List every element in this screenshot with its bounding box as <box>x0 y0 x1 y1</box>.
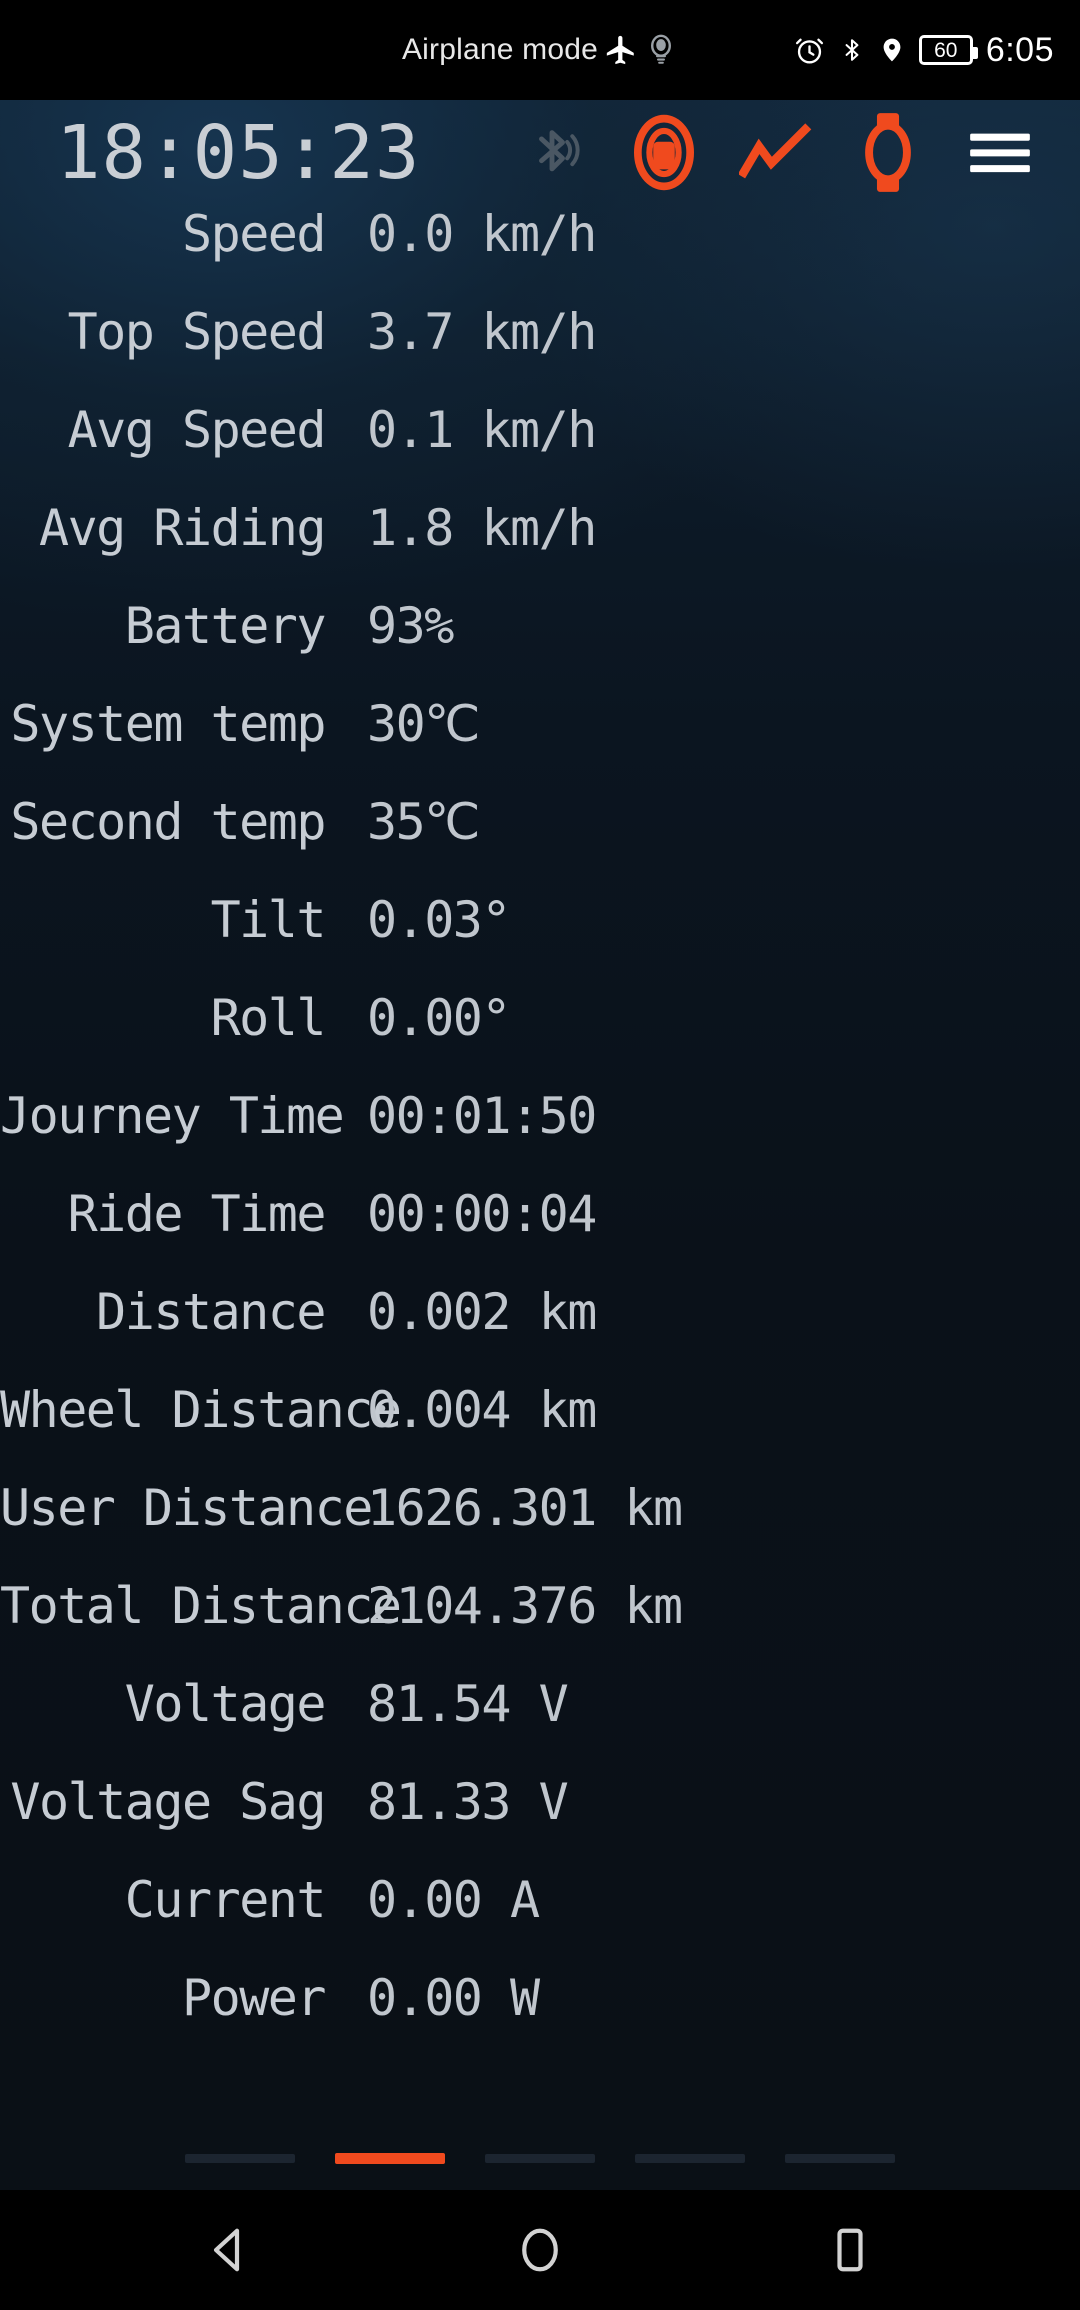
metric-row: Voltage Sag 81.33 V <box>0 1773 1080 1871</box>
metric-row: User Distance 1626.301 km <box>0 1479 1080 1577</box>
toolbar-icon-group <box>496 100 1056 205</box>
metric-row: Second temp 35℃ <box>0 793 1080 891</box>
metric-value: 0.00 A <box>367 1871 540 1929</box>
smartwatch-icon[interactable] <box>832 100 944 205</box>
metric-value: 0.002 km <box>367 1283 597 1341</box>
menu-icon[interactable] <box>944 100 1056 205</box>
metric-label: Total Distance <box>0 1577 402 1635</box>
page-indicator[interactable] <box>0 2153 1080 2164</box>
metric-value: 2104.376 km <box>367 1577 683 1635</box>
metric-row: Top Speed 3.7 km/h <box>0 303 1080 401</box>
app-toolbar: 18:05:23 <box>0 100 1080 205</box>
metric-value: 0.00° <box>367 989 512 1047</box>
metric-row: Tilt 0.03° <box>0 891 1080 989</box>
metric-value: 00:00:04 <box>367 1185 597 1243</box>
metric-label: Battery <box>124 597 327 655</box>
metric-label: Tilt <box>210 891 327 949</box>
metric-label: Journey Time <box>0 1087 345 1145</box>
battery-level-text: 60 <box>934 38 958 62</box>
status-bar-right-group: 60 6:05 <box>793 31 1054 70</box>
metric-value: 0.0 km/h <box>367 205 597 263</box>
phone-screen: Airplane mode 60 6:05 18:05:23 Speed 0.0… <box>0 0 1080 2310</box>
metric-row: Ride Time 00:00:04 <box>0 1185 1080 1283</box>
metric-label: Avg Riding <box>38 499 327 557</box>
metric-value: 93% <box>367 597 454 655</box>
metric-row: Current 0.00 A <box>0 1871 1080 1969</box>
metric-value: 3.7 km/h <box>367 303 597 361</box>
airplane-mode-label: Airplane mode <box>401 33 599 66</box>
recents-square-icon[interactable] <box>790 2190 910 2310</box>
android-nav-bar <box>0 2190 1080 2310</box>
metric-value: 0.004 km <box>367 1381 597 1439</box>
metric-value: 0.1 km/h <box>367 401 597 459</box>
metric-value: 0.03° <box>367 891 512 949</box>
metric-row: Avg Speed 0.1 km/h <box>0 401 1080 499</box>
chart-trend-icon[interactable] <box>720 100 832 205</box>
metric-row: Roll 0.00° <box>0 989 1080 1087</box>
metric-value: 81.33 V <box>367 1773 569 1831</box>
airplane-icon <box>606 35 634 65</box>
metric-value: 00:01:50 <box>367 1087 597 1145</box>
metric-label: Current <box>124 1871 327 1929</box>
euc-dashboard-app: 18:05:23 Speed 0.0 km/h Top Speed 3.7 km… <box>0 100 1080 2190</box>
metric-label: Ride Time <box>67 1185 327 1243</box>
back-triangle-icon[interactable] <box>170 2190 290 2310</box>
metric-label: Top Speed <box>67 303 327 361</box>
bluetooth-icon <box>845 39 859 61</box>
metric-label: Distance <box>96 1283 326 1341</box>
metric-value: 1626.301 km <box>367 1479 683 1537</box>
page-dot-1[interactable] <box>185 2154 295 2163</box>
metric-label: Roll <box>210 989 327 1047</box>
page-dot-5[interactable] <box>785 2154 895 2163</box>
metric-label: Avg Speed <box>67 401 327 459</box>
metric-label: Voltage Sag <box>10 1773 326 1831</box>
metric-row: Total Distance 2104.376 km <box>0 1577 1080 1675</box>
location-pin-icon <box>883 38 901 62</box>
metric-row: Wheel Distance 0.004 km <box>0 1381 1080 1479</box>
alarm-icon <box>795 38 823 63</box>
metric-row: Voltage 81.54 V <box>0 1675 1080 1773</box>
metric-row: Battery 93% <box>0 597 1080 695</box>
metric-row: Avg Riding 1.8 km/h <box>0 499 1080 597</box>
metric-label: Wheel Distance <box>0 1381 402 1439</box>
status-bar-clock: 6:05 <box>985 30 1054 69</box>
bluetooth-disconnected-icon[interactable] <box>496 100 608 205</box>
metric-label: Second temp <box>10 793 326 851</box>
page-dot-4[interactable] <box>635 2154 745 2163</box>
ride-clock: 18:05:23 <box>56 109 421 196</box>
android-status-bar: Airplane mode 60 6:05 <box>0 0 1080 100</box>
home-circle-icon[interactable] <box>480 2190 600 2310</box>
euc-wheel-icon[interactable] <box>608 100 720 205</box>
metrics-list[interactable]: Speed 0.0 km/h Top Speed 3.7 km/h Avg Sp… <box>0 205 1080 2067</box>
metric-value: 35℃ <box>367 793 480 851</box>
metric-value: 0.00 W <box>367 1969 540 2027</box>
metric-row: Distance 0.002 km <box>0 1283 1080 1381</box>
metric-value: 1.8 km/h <box>367 499 597 557</box>
page-dot-2[interactable] <box>335 2153 445 2164</box>
metric-row: Speed 0.0 km/h <box>0 205 1080 303</box>
metric-value: 30℃ <box>367 695 480 753</box>
battery-indicator: 60 <box>918 35 978 65</box>
metric-row: System temp 30℃ <box>0 695 1080 793</box>
metric-label: Power <box>181 1969 327 2027</box>
headset-icon <box>651 34 672 64</box>
page-dot-3[interactable] <box>485 2154 595 2163</box>
metric-label: Speed <box>181 205 327 263</box>
metric-label: System temp <box>10 695 326 753</box>
metric-value: 81.54 V <box>367 1675 569 1733</box>
metric-row: Power 0.00 W <box>0 1969 1080 2067</box>
metric-label: Voltage <box>124 1675 327 1733</box>
metric-label: User Distance <box>0 1479 373 1537</box>
metric-row: Journey Time 00:01:50 <box>0 1087 1080 1185</box>
